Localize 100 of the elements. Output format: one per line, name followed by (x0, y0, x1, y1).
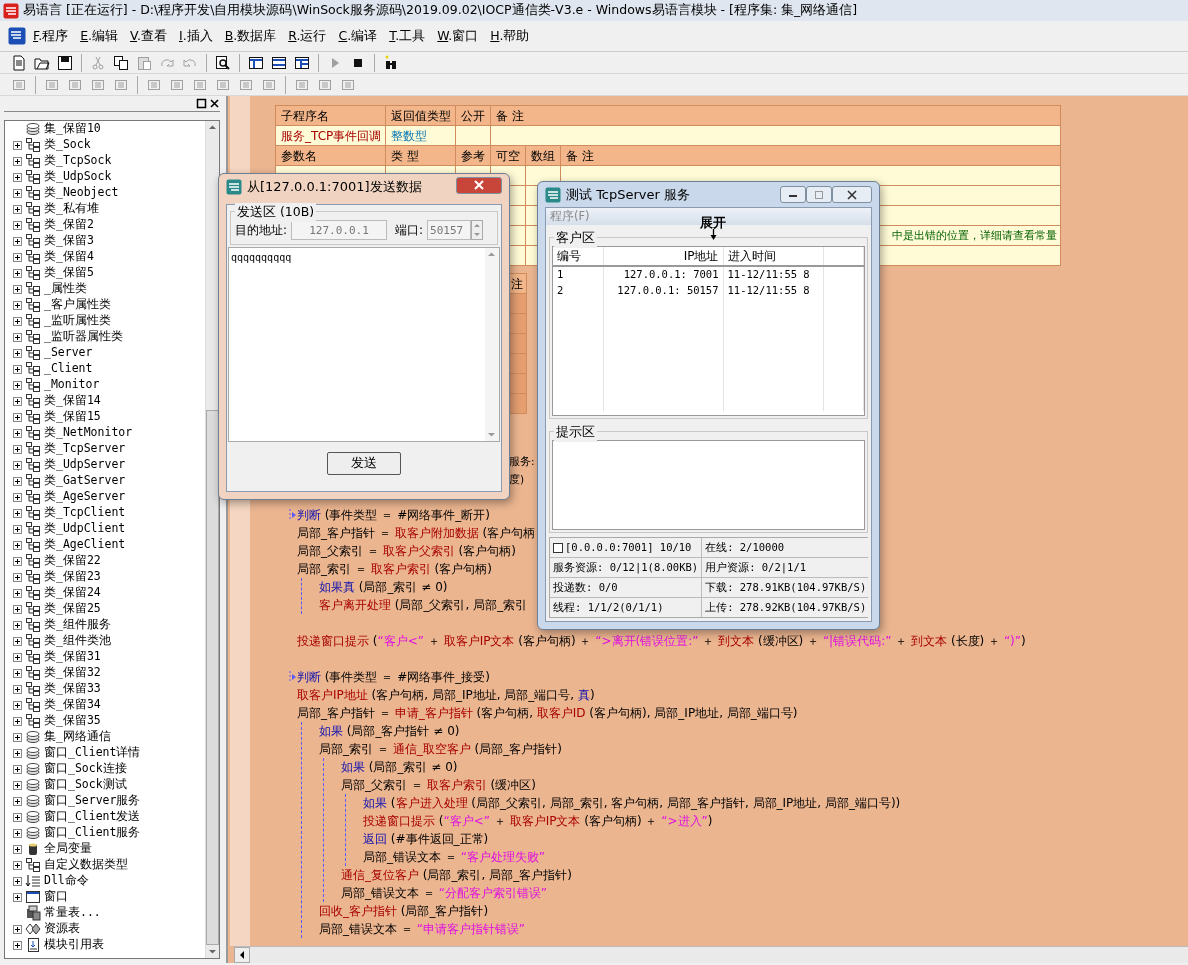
expand-icon[interactable] (13, 156, 22, 166)
restore-icon[interactable] (196, 98, 207, 109)
tree-item[interactable]: _监听属性类 (44, 312, 111, 330)
expand-icon[interactable] (13, 300, 22, 310)
expand-icon[interactable] (13, 428, 22, 438)
expand-icon[interactable] (13, 764, 22, 774)
expand-icon[interactable] (13, 716, 22, 726)
tree-item[interactable]: 类_保留15 (44, 408, 101, 426)
tree-item[interactable]: _属性类 (44, 280, 87, 298)
menu-item[interactable]: T.工具 (384, 24, 431, 48)
close-icon[interactable] (209, 98, 220, 109)
tree-item[interactable]: 类_TcpServer (44, 440, 126, 458)
tree-item[interactable]: _Client (44, 360, 93, 378)
tree-item[interactable]: 类_Neobject (44, 184, 119, 202)
expand-icon[interactable] (13, 604, 22, 614)
horizontal-scrollbar[interactable] (234, 946, 1188, 963)
tree-item[interactable]: 资源表 (44, 920, 80, 938)
expand-icon[interactable] (13, 460, 22, 470)
tree-item[interactable]: 类_保留33 (44, 680, 101, 698)
expand-icon[interactable] (13, 332, 22, 342)
tree-item[interactable]: _客户属性类 (44, 296, 111, 314)
menu-item[interactable]: W.窗口 (432, 24, 484, 48)
expand-icon[interactable] (13, 620, 22, 630)
tree-item[interactable]: 窗口_Client发送 (44, 808, 141, 826)
tree-item[interactable]: 类_TcpClient (44, 504, 126, 522)
menu-item[interactable]: H.帮助 (485, 24, 535, 48)
tree-item[interactable]: 窗口_Sock测试 (44, 776, 127, 794)
close-icon[interactable] (846, 189, 858, 200)
tree-item[interactable]: 类_保留23 (44, 568, 101, 586)
tree-item[interactable]: 模块引用表 (44, 936, 104, 954)
tree-item[interactable]: 类_GatServer (44, 472, 126, 490)
expand-icon[interactable] (13, 524, 22, 534)
tree-item[interactable]: 类_保留4 (44, 248, 94, 266)
menu-item[interactable]: C.编译 (333, 24, 383, 48)
scrollbar[interactable] (205, 121, 219, 958)
tree-item[interactable]: 类_保留35 (44, 712, 101, 730)
expand-icon[interactable] (13, 396, 22, 406)
menu-item[interactable]: I.插入 (174, 24, 218, 48)
expand-icon[interactable] (13, 284, 22, 294)
message-field[interactable]: qqqqqqqqqq (228, 247, 500, 442)
close-button[interactable] (832, 186, 872, 203)
expand-icon[interactable] (13, 892, 22, 902)
expand-icon[interactable] (13, 444, 22, 454)
expand-icon[interactable] (13, 732, 22, 742)
copy-icon[interactable] (113, 54, 129, 71)
expand-icon[interactable] (13, 380, 22, 390)
layout-icon[interactable] (271, 54, 287, 71)
save-icon[interactable] (57, 54, 73, 71)
expand-icon[interactable] (13, 476, 22, 486)
expand-icon[interactable] (13, 508, 22, 518)
expand-icon[interactable] (13, 572, 22, 582)
menu-item[interactable]: F.程序 (28, 24, 74, 48)
expand-icon[interactable] (13, 940, 22, 950)
expand-icon[interactable] (13, 748, 22, 758)
expand-icon[interactable] (13, 220, 22, 230)
tree-item[interactable]: 类_UdpServer (44, 456, 126, 474)
expand-icon[interactable] (13, 188, 22, 198)
tree-item[interactable]: 类_AgeClient (44, 536, 126, 554)
tree-item[interactable]: 集_保留10 (44, 121, 101, 138)
tree-item[interactable]: 窗口_Client服务 (44, 824, 141, 842)
menu-item[interactable]: R.运行 (283, 24, 332, 48)
expand-icon[interactable] (13, 540, 22, 550)
expand-icon[interactable] (13, 780, 22, 790)
new-file-icon[interactable] (11, 54, 27, 71)
expand-icon[interactable] (13, 364, 22, 374)
checkbox[interactable] (553, 542, 563, 553)
expand-icon[interactable] (13, 812, 22, 822)
column-header[interactable]: 进入时间 (723, 247, 823, 266)
tree-item[interactable]: 类_保留31 (44, 648, 101, 666)
tree-item[interactable]: 类_保留25 (44, 600, 101, 618)
tree-item[interactable]: 常量表... (44, 904, 101, 922)
tree-item[interactable]: _监听器属性类 (44, 328, 123, 346)
tree-item[interactable]: 类_Sock (44, 136, 91, 154)
column-header[interactable]: IP地址 (603, 247, 723, 266)
tree-item[interactable]: 类_保留32 (44, 664, 101, 682)
expand-icon[interactable] (13, 492, 22, 502)
tree-item[interactable]: 窗口 (44, 888, 68, 906)
tree-item[interactable]: 集_网络通信 (44, 728, 111, 746)
tree-item[interactable]: 窗口_Server服务 (44, 792, 141, 810)
expand-icon[interactable] (13, 140, 22, 150)
expand-icon[interactable] (13, 876, 22, 886)
tree-item[interactable]: 类_组件服务 (44, 616, 111, 634)
menu-item[interactable]: E.编辑 (75, 24, 124, 48)
expand-icon[interactable] (13, 684, 22, 694)
expand-icon[interactable] (13, 556, 22, 566)
tree-item[interactable]: _Server (44, 344, 93, 362)
expand-icon[interactable] (13, 828, 22, 838)
tree-item[interactable]: 类_TcpSock (44, 152, 112, 170)
layout-icon[interactable] (294, 54, 310, 71)
expand-icon[interactable] (13, 924, 22, 934)
expand-icon[interactable] (13, 700, 22, 710)
tree-item[interactable]: 类_保留14 (44, 392, 101, 410)
tree-item[interactable]: 全局变量 (44, 840, 92, 858)
send-button[interactable]: 发送 (327, 452, 401, 475)
tree-item[interactable]: Dll命令 (44, 872, 89, 890)
tree-item[interactable]: 类_保留22 (44, 552, 101, 570)
expand-icon[interactable] (13, 668, 22, 678)
tree-item[interactable]: 类_NetMonitor (44, 424, 133, 442)
expand-icon[interactable] (13, 236, 22, 246)
expand-icon[interactable] (13, 204, 22, 214)
